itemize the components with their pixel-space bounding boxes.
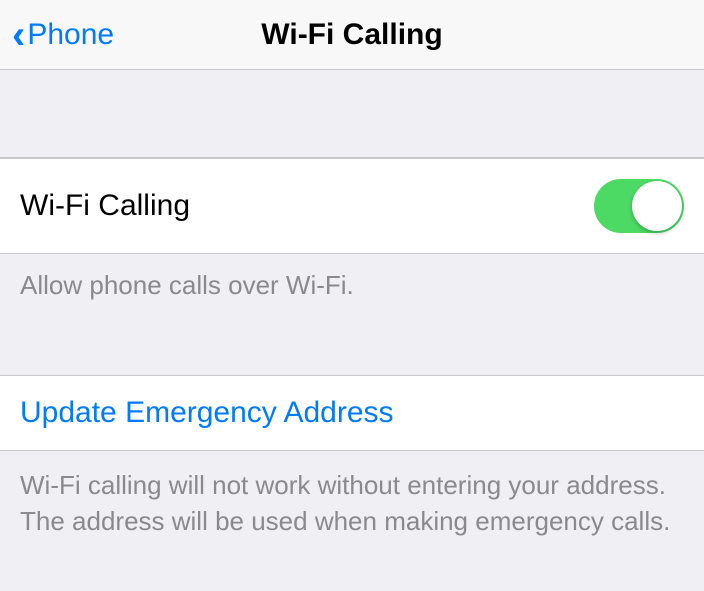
wifi-calling-footer: Allow phone calls over Wi-Fi. <box>0 254 704 327</box>
chevron-left-icon: ‹ <box>12 15 25 55</box>
section-spacer <box>0 327 704 375</box>
wifi-calling-label: Wi-Fi Calling <box>20 189 190 223</box>
toggle-knob <box>632 181 682 231</box>
page-title: Wi-Fi Calling <box>261 18 442 52</box>
update-emergency-address-button[interactable]: Update Emergency Address <box>0 375 704 451</box>
emergency-info-text: Wi-Fi calling will not work without ente… <box>0 451 704 556</box>
navigation-bar: ‹ Phone Wi-Fi Calling <box>0 0 704 70</box>
back-label: Phone <box>27 18 114 52</box>
update-emergency-address-label: Update Emergency Address <box>20 396 394 429</box>
wifi-calling-row: Wi-Fi Calling <box>0 158 704 254</box>
section-spacer <box>0 70 704 158</box>
wifi-calling-toggle[interactable] <box>594 179 684 233</box>
back-button[interactable]: ‹ Phone <box>12 15 114 55</box>
